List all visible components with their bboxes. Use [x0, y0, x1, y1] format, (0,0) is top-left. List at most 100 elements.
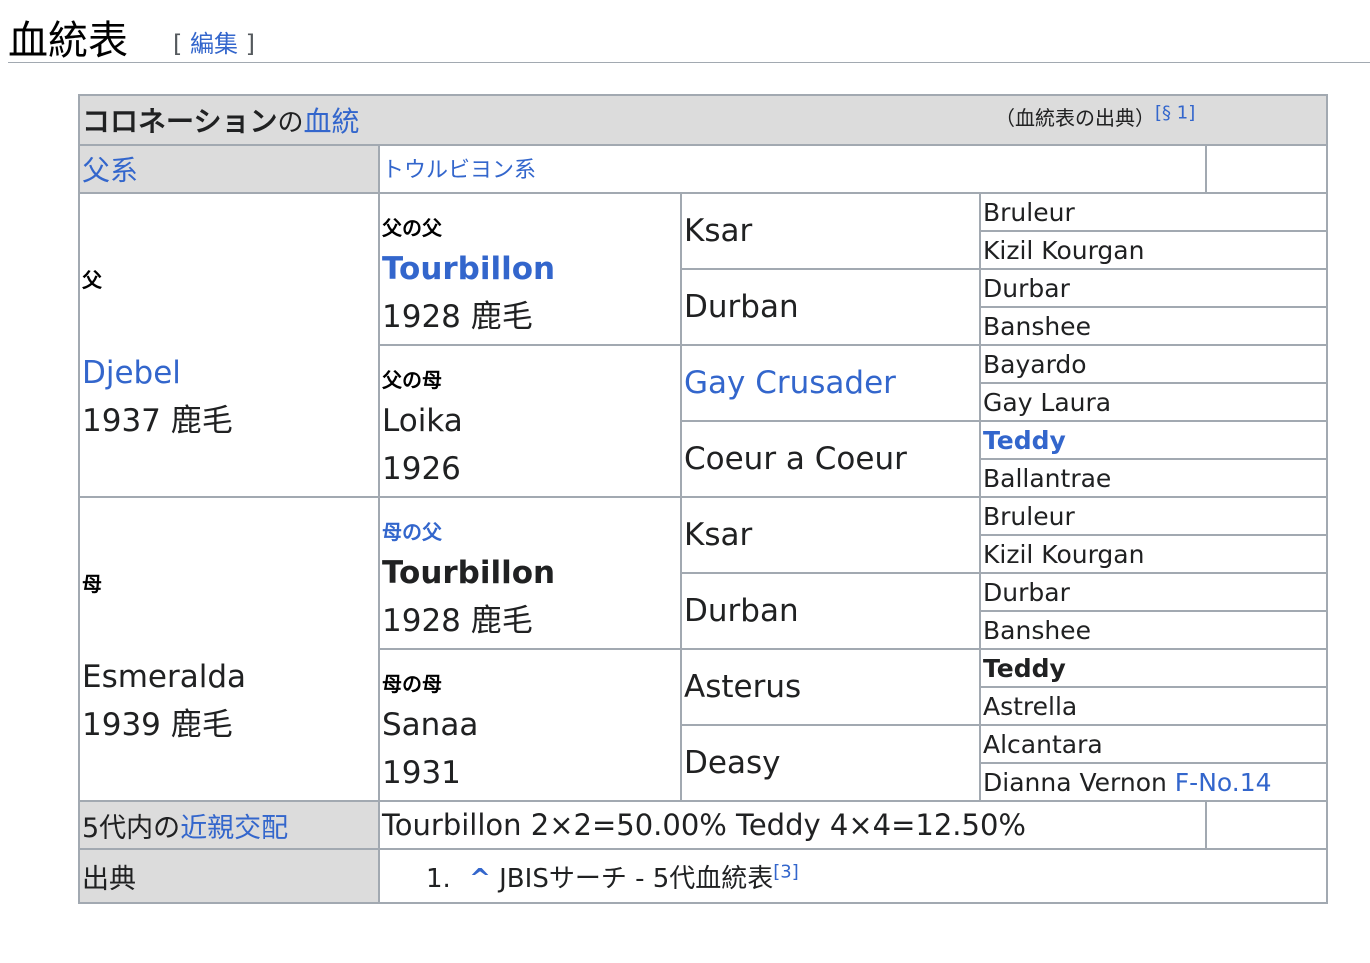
dam-name: Esmeralda	[82, 659, 247, 695]
dss-dam-name: Kizil Kourgan	[983, 539, 1145, 569]
sire-role: 父	[82, 268, 102, 292]
ddd-sire-name: Alcantara	[983, 729, 1103, 759]
ssd-sire-name: Durbar	[983, 273, 1070, 303]
ref-backlink[interactable]: ^	[469, 864, 491, 894]
sss-sire-cell: Bruleur	[979, 192, 1328, 232]
sire-info: 1937 鹿毛	[82, 403, 233, 439]
dsd-sire-cell: Durbar	[979, 572, 1328, 612]
dam-dam-cell: 母の母 Sanaa 1931	[378, 648, 682, 802]
sire-sire-name[interactable]: Tourbillon	[382, 245, 679, 293]
dam-dam-info: 1931	[382, 755, 461, 791]
edit-bracket-close: ]	[245, 30, 256, 58]
sire-cell: 父 Djebel 1937 鹿毛	[78, 192, 380, 498]
ddd-dam-name: Dianna Vernon	[983, 767, 1167, 797]
sire-sire-info: 1928 鹿毛	[382, 299, 533, 335]
sire-line-empty	[1205, 144, 1328, 194]
source-ref-link[interactable]: [§ 1]	[1155, 103, 1195, 124]
sire-sire-cell: 父の父 Tourbillon 1928 鹿毛	[378, 192, 682, 346]
sources-label: 出典	[78, 848, 380, 904]
ref-footnote-link[interactable]: [3]	[773, 861, 799, 882]
edit-bracket-open: [	[173, 30, 183, 58]
edit-section: [ 編集 ]	[173, 24, 255, 59]
dd-dam-cell: Deasy	[680, 724, 981, 802]
dam-sire-info: 1928 鹿毛	[382, 603, 533, 639]
dds-sire-cell: Teddy	[979, 648, 1328, 688]
dam-dam-role: 母の母	[382, 672, 442, 696]
family-number-link[interactable]: F-No.14	[1175, 768, 1272, 797]
ss-dam-cell: Durban	[680, 268, 981, 346]
sss-dam-name: Kizil Kourgan	[983, 235, 1145, 265]
horse-name: コロネーション	[82, 105, 278, 138]
dds-dam-name: Astrella	[983, 691, 1078, 721]
ss-sire-cell: Ksar	[680, 192, 981, 270]
dd-sire-name: Asterus	[684, 669, 802, 705]
dds-dam-cell: Astrella	[979, 686, 1328, 726]
section-title: 血統表	[8, 18, 128, 64]
sd-dam-cell: Coeur a Coeur	[680, 420, 981, 498]
inbreeding-label: 5代内の近親交配	[78, 800, 380, 850]
dss-sire-name: Bruleur	[983, 501, 1075, 531]
dsd-sire-name: Durbar	[983, 577, 1070, 607]
ref-text: JBISサーチ - 5代血統表	[499, 863, 774, 894]
ds-dam-cell: Durban	[680, 572, 981, 650]
pedigree-table: コロネーションの血統 （血統表の出典）[§ 1] 父系 トウルビヨン系 父 Dj…	[78, 94, 1328, 904]
sdd-sire-cell: Teddy	[979, 420, 1328, 460]
dam-sire-cell: 母の父 Tourbillon 1928 鹿毛	[378, 496, 682, 650]
dsd-dam-name: Banshee	[983, 615, 1091, 645]
inbreeding-value: Tourbillon 2×2=50.00% Teddy 4×4=12.50%	[378, 800, 1207, 850]
sdd-sire-name[interactable]: Teddy	[983, 426, 1066, 455]
sds-sire-cell: Bayardo	[979, 344, 1328, 384]
sire-line-label: 父系	[78, 144, 380, 194]
dam-sire-name: Tourbillon	[382, 555, 556, 591]
dam-info: 1939 鹿毛	[82, 707, 233, 743]
sire-line-value-cell: トウルビヨン系	[378, 144, 1207, 194]
ds-sire-name: Ksar	[684, 517, 753, 553]
ssd-sire-cell: Durbar	[979, 268, 1328, 308]
dam-cell: 母 Esmeralda 1939 鹿毛	[78, 496, 380, 802]
dd-sire-cell: Asterus	[680, 648, 981, 726]
section-header: 血統表 [ 編集 ]	[8, 4, 1370, 64]
inbreeding-prefix: 5代内の	[82, 812, 181, 844]
sire-sire-role: 父の父	[382, 216, 442, 240]
dam-sire-role[interactable]: 母の父	[382, 516, 679, 545]
source-note: （血統表の出典）	[995, 106, 1155, 130]
caption-source: （血統表の出典）[§ 1]	[995, 102, 1195, 131]
dam-role: 母	[82, 572, 102, 596]
sire-dam-cell: 父の母 Loika 1926	[378, 344, 682, 498]
pedigree-link[interactable]: 血統	[303, 105, 359, 138]
inbreeding-link[interactable]: 近親交配	[180, 813, 288, 844]
sd-sire-cell: Gay Crusader	[680, 344, 981, 422]
ss-dam-name: Durban	[684, 289, 799, 325]
sire-line-value[interactable]: トウルビヨン系	[382, 158, 536, 183]
sdd-dam-name: Ballantrae	[983, 463, 1112, 493]
sire-dam-info: 1926	[382, 451, 461, 487]
ss-sire-name: Ksar	[684, 213, 753, 249]
ds-sire-cell: Ksar	[680, 496, 981, 574]
ddd-dam-cell: Dianna Vernon F-No.14	[979, 762, 1328, 802]
edit-link[interactable]: 編集	[190, 30, 238, 58]
sds-dam-name: Gay Laura	[983, 387, 1112, 417]
ddd-sire-cell: Alcantara	[979, 724, 1328, 764]
sire-dam-name: Loika	[382, 403, 463, 439]
sss-sire-name: Bruleur	[983, 197, 1075, 227]
dsd-dam-cell: Banshee	[979, 610, 1328, 650]
inbreeding-empty	[1205, 800, 1328, 850]
dam-dam-name: Sanaa	[382, 707, 479, 743]
pedigree-caption: コロネーションの血統 （血統表の出典）[§ 1]	[78, 94, 1328, 146]
dd-dam-name: Deasy	[684, 745, 781, 781]
ds-dam-name: Durban	[684, 593, 799, 629]
sds-dam-cell: Gay Laura	[979, 382, 1328, 422]
dds-sire-name: Teddy	[983, 653, 1066, 683]
dss-sire-cell: Bruleur	[979, 496, 1328, 536]
ssd-dam-cell: Banshee	[979, 306, 1328, 346]
sss-dam-cell: Kizil Kourgan	[979, 230, 1328, 270]
ssd-dam-name: Banshee	[983, 311, 1091, 341]
sire-name[interactable]: Djebel	[82, 349, 377, 397]
sire-line-link[interactable]: 父系	[82, 154, 138, 187]
sdd-dam-cell: Ballantrae	[979, 458, 1328, 498]
sd-sire-name[interactable]: Gay Crusader	[684, 365, 896, 401]
ref-number: 1.	[426, 863, 451, 894]
caption-no: の	[277, 108, 304, 138]
sd-dam-name: Coeur a Coeur	[684, 441, 907, 477]
dss-dam-cell: Kizil Kourgan	[979, 534, 1328, 574]
